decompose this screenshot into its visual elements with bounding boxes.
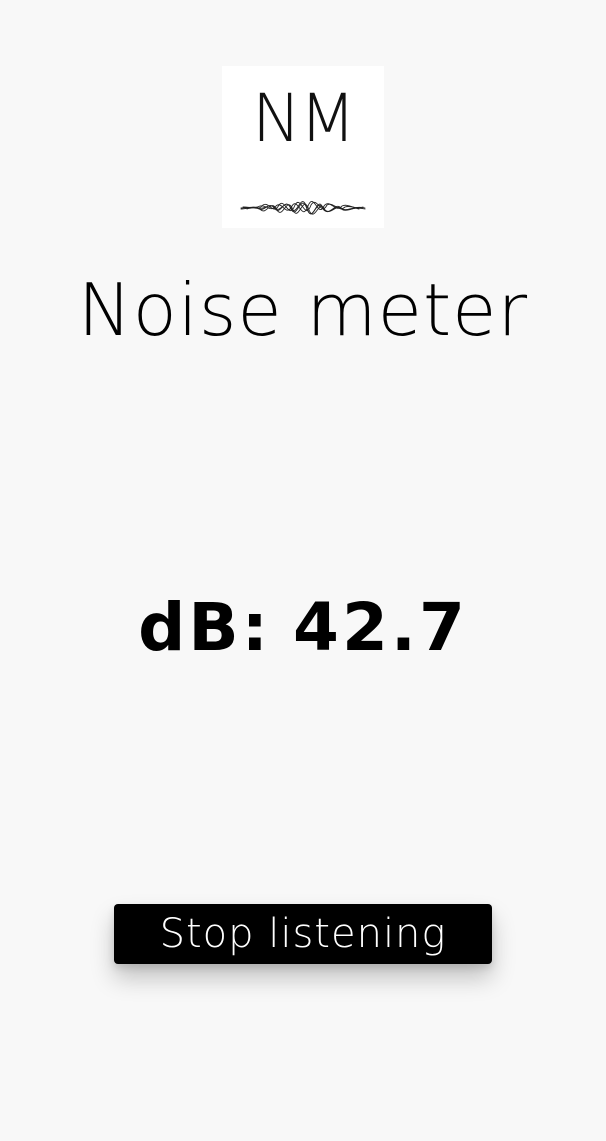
page-title: Noise meter bbox=[77, 268, 529, 352]
logo-text: NM bbox=[251, 80, 356, 157]
stop-listening-button[interactable]: Stop listening bbox=[114, 904, 492, 964]
sound-wave-icon bbox=[240, 201, 366, 215]
decibel-reading: dB: 42.7 bbox=[0, 588, 606, 668]
decibel-label: dB: bbox=[138, 589, 272, 666]
decibel-value: 42.7 bbox=[293, 589, 468, 666]
app-logo: NM bbox=[222, 66, 384, 228]
